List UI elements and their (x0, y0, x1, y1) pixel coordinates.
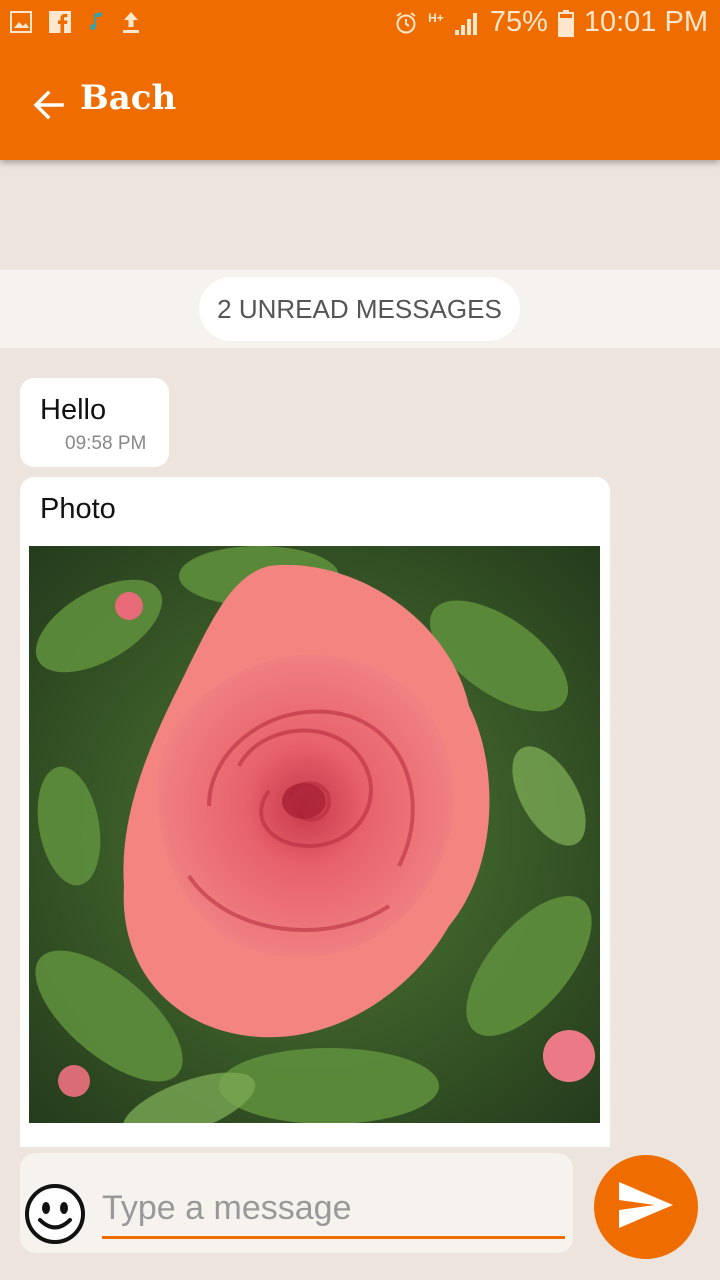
chat-title[interactable]: Bach (80, 78, 176, 118)
smiley-icon[interactable] (24, 1183, 86, 1245)
send-icon (617, 1180, 675, 1235)
unread-messages-badge: 2 UNREAD MESSAGES (199, 277, 520, 341)
message-text: Photo (40, 493, 116, 525)
battery-percent: 75% (489, 6, 548, 38)
app-bar: H+ 75% 10:01 PM Bach (0, 0, 720, 160)
send-button[interactable] (594, 1155, 698, 1259)
signal-icon (454, 10, 480, 36)
message-composer (20, 1153, 573, 1253)
message-text: Hello (40, 394, 107, 426)
toolbar: Bach (0, 70, 720, 134)
upload-icon (120, 10, 142, 34)
rose-photo[interactable] (29, 546, 600, 1123)
music-icon (88, 11, 104, 33)
clock: 10:01 PM (583, 6, 708, 38)
notification-icons (10, 10, 142, 34)
gallery-icon (10, 11, 32, 33)
network-type-label: H+ (428, 10, 444, 25)
arrow-left-icon[interactable] (28, 84, 70, 126)
alarm-icon (394, 11, 418, 35)
message-input[interactable] (102, 1185, 565, 1239)
incoming-message-bubble[interactable]: Hello 09:58 PM (20, 378, 169, 467)
system-status: H+ 75% 10:01 PM (394, 6, 708, 39)
incoming-photo-bubble[interactable]: Photo (20, 477, 610, 1147)
unread-strip: 2 UNREAD MESSAGES (0, 270, 720, 348)
battery-icon (557, 9, 574, 37)
message-timestamp: 09:58 PM (65, 433, 147, 454)
facebook-icon (48, 10, 72, 34)
status-bar: H+ 75% 10:01 PM (0, 0, 720, 48)
